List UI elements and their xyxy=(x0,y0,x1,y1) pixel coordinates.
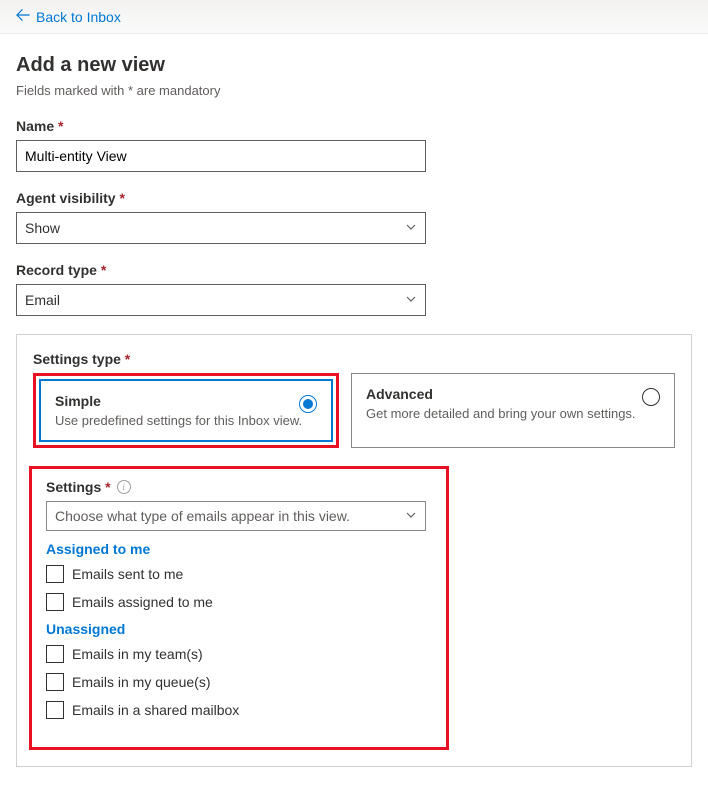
record-type-field-group: Record type * Email xyxy=(16,262,692,316)
name-label: Name * xyxy=(16,118,692,134)
checkbox-emails-in-my-queues[interactable]: Emails in my queue(s) xyxy=(46,673,432,691)
required-asterisk: * xyxy=(105,479,110,495)
advanced-desc: Get more detailed and bring your own set… xyxy=(366,406,660,421)
info-icon[interactable]: i xyxy=(117,480,131,494)
simple-desc: Use predefined settings for this Inbox v… xyxy=(55,413,317,428)
radio-checked-icon xyxy=(299,395,317,413)
back-to-inbox-link[interactable]: Back to Inbox xyxy=(16,8,121,25)
mandatory-note: Fields marked with * are mandatory xyxy=(16,83,692,98)
highlight-simple: Simple Use predefined settings for this … xyxy=(33,373,339,448)
back-link-label: Back to Inbox xyxy=(36,9,121,25)
checkbox-box-icon xyxy=(46,565,64,583)
top-bar: Back to Inbox xyxy=(0,0,708,34)
chevron-down-icon xyxy=(405,509,417,524)
checkbox-emails-sent-to-me[interactable]: Emails sent to me xyxy=(46,565,432,583)
required-asterisk: * xyxy=(119,190,124,206)
record-type-select[interactable]: Email xyxy=(16,284,426,316)
required-asterisk: * xyxy=(101,262,106,278)
advanced-title: Advanced xyxy=(366,386,660,402)
settings-type-panel: Settings type * Simple Use predefined se… xyxy=(16,334,692,767)
checkbox-emails-shared-mailbox[interactable]: Emails in a shared mailbox xyxy=(46,701,432,719)
arrow-left-icon xyxy=(16,8,30,25)
checkbox-emails-in-my-teams[interactable]: Emails in my team(s) xyxy=(46,645,432,663)
agent-visibility-select[interactable]: Show xyxy=(16,212,426,244)
simple-title: Simple xyxy=(55,393,317,409)
settings-label: Settings * xyxy=(46,479,111,495)
checkbox-box-icon xyxy=(46,593,64,611)
required-asterisk: * xyxy=(125,351,130,367)
radio-unchecked-icon xyxy=(642,388,660,406)
settings-type-label: Settings type * xyxy=(33,351,675,367)
chevron-down-icon xyxy=(405,221,417,236)
settings-select[interactable]: Choose what type of emails appear in thi… xyxy=(46,501,426,531)
page-content: Add a new view Fields marked with * are … xyxy=(0,34,708,787)
settings-type-simple-card[interactable]: Simple Use predefined settings for this … xyxy=(39,379,333,442)
options-group-unassigned: Unassigned Emails in my team(s) Emails i… xyxy=(46,621,432,719)
checkbox-box-icon xyxy=(46,701,64,719)
settings-type-radio-row: Simple Use predefined settings for this … xyxy=(33,373,675,448)
name-input[interactable] xyxy=(16,140,426,172)
checkbox-box-icon xyxy=(46,673,64,691)
record-type-label: Record type * xyxy=(16,262,692,278)
agent-visibility-field-group: Agent visibility * Show xyxy=(16,190,692,244)
chevron-down-icon xyxy=(405,293,417,308)
options-group-assigned: Assigned to me Emails sent to me Emails … xyxy=(46,541,432,611)
agent-visibility-label: Agent visibility * xyxy=(16,190,692,206)
required-asterisk: * xyxy=(58,118,63,134)
checkbox-emails-assigned-to-me[interactable]: Emails assigned to me xyxy=(46,593,432,611)
settings-type-advanced-card[interactable]: Advanced Get more detailed and bring you… xyxy=(351,373,675,448)
group-header-unassigned: Unassigned xyxy=(46,621,432,637)
checkbox-box-icon xyxy=(46,645,64,663)
group-header-assigned: Assigned to me xyxy=(46,541,432,557)
settings-label-row: Settings * i xyxy=(46,479,432,495)
settings-block: Settings * i Choose what type of emails … xyxy=(29,466,449,750)
name-field-group: Name * xyxy=(16,118,692,172)
page-title: Add a new view xyxy=(16,54,692,77)
